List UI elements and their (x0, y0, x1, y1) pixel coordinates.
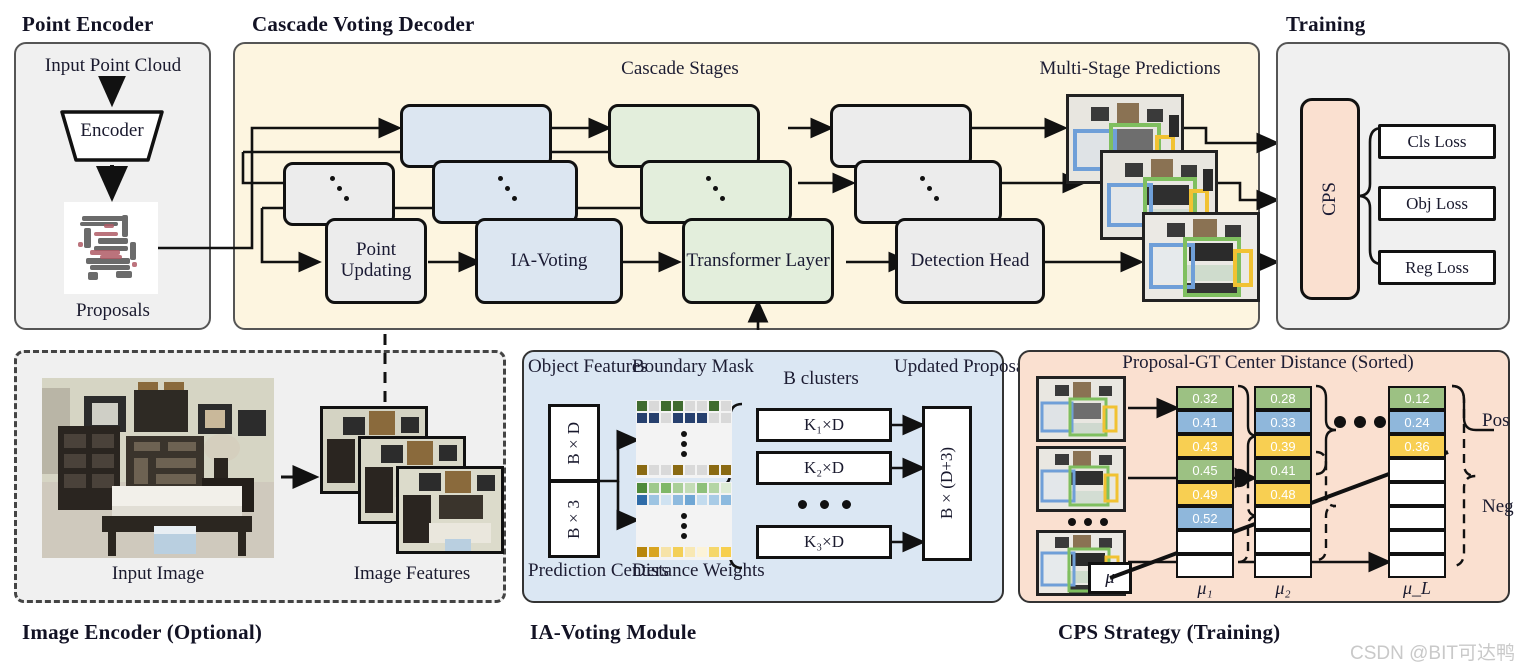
b-clusters-label: B clusters (783, 368, 859, 389)
cps-cell: 0.28 (1254, 386, 1312, 410)
neg-label: Neg (1482, 496, 1514, 517)
prediction-centers-box: B×3 (548, 480, 600, 558)
cps-cell: 0.32 (1176, 386, 1234, 410)
output-dim-label: B×(D+3) (937, 447, 956, 520)
cps-cell (1388, 554, 1446, 578)
cps-cell (1254, 506, 1312, 530)
cluster-label-1: K₁×D (803, 415, 845, 434)
cps-column-label-mu2: μ₂ (1275, 578, 1291, 598)
cps-cell (1388, 506, 1446, 530)
stage-point-updating-layer3 (283, 162, 395, 226)
cps-cell: 0.36 (1388, 434, 1446, 458)
cps-cell: 0.45 (1176, 458, 1234, 482)
cps-title: Proposal-GT Center Distance (Sorted) (1122, 352, 1414, 373)
cluster-label-2: K₂×D (803, 458, 845, 477)
header-cascade-decoder: Cascade Voting Decoder (252, 12, 475, 36)
stage-label-detection-head: Detection Head (910, 249, 1030, 271)
mu-box: μ (1088, 562, 1132, 594)
header-ia-voting-module: IA-Voting Module (530, 620, 697, 644)
loss-box-obj[interactable]: Obj Loss (1378, 186, 1496, 221)
loss-label-obj: Obj Loss (1406, 193, 1468, 213)
cps-cell (1254, 554, 1312, 578)
center-dim-label: B×3 (564, 499, 583, 539)
cps-cell (1176, 530, 1234, 554)
input-image-label: Input Image (111, 563, 205, 584)
cps-cell: 0.24 (1388, 410, 1446, 434)
object-features-box: B×D (548, 404, 600, 482)
header-point-encoder: Point Encoder (22, 12, 154, 36)
cps-cell (1388, 530, 1446, 554)
image-features-label: Image Features (353, 563, 471, 584)
loss-box-cls[interactable]: Cls Loss (1378, 124, 1496, 159)
cps-proposal-image-1 (1036, 376, 1126, 442)
loss-label-cls: Cls Loss (1407, 131, 1467, 151)
cluster-box-1: K₁×D (756, 408, 892, 442)
loss-label-reg: Reg Loss (1405, 257, 1469, 277)
cps-cell: 0.52 (1176, 506, 1234, 530)
stage-label-transformer: Transformer Layer (686, 249, 830, 271)
object-features-label: Object Features (528, 356, 648, 377)
stage-detection-layer2 (854, 160, 1002, 224)
cps-cell: 0.49 (1176, 482, 1234, 506)
stage-label-point-updating: Point Updating (340, 239, 412, 281)
stage-ia-voting[interactable]: IA-Voting (475, 218, 623, 304)
image-feature-map-3 (396, 466, 504, 554)
feat-dim-label: B×D (564, 421, 583, 465)
prediction-thumbnail-3 (1142, 212, 1260, 302)
cps-label: CPS (1318, 182, 1340, 216)
loss-box-reg[interactable]: Reg Loss (1378, 250, 1496, 285)
cluster-label-3: K₃×D (803, 532, 845, 551)
cps-cell: 0.33 (1254, 410, 1312, 434)
cps-cell: 0.39 (1254, 434, 1312, 458)
updated-proposals-box: B×(D+3) (922, 406, 972, 561)
header-image-encoder: Image Encoder (Optional) (22, 620, 263, 644)
cps-column-mu1: 0.32 0.41 0.43 0.45 0.49 0.52 (1176, 386, 1234, 578)
mu-symbol: μ (1105, 567, 1115, 588)
distance-weights-grid (636, 482, 732, 560)
proposals-label: Proposals (76, 300, 150, 321)
cps-module[interactable]: CPS (1300, 98, 1360, 300)
proposals-pointcloud-image (64, 202, 158, 294)
watermark: CSDN @BIT可达鸭 (1350, 643, 1515, 664)
boundary-mask-label: Boundary Mask (632, 356, 754, 377)
stage-ia-voting-layer2 (432, 160, 578, 224)
stage-detection-head[interactable]: Detection Head (895, 218, 1045, 304)
cluster-box-2: K₂×D (756, 451, 892, 485)
cps-cell: 0.12 (1388, 386, 1446, 410)
pos-label: Pos (1482, 410, 1510, 431)
cps-column-muL: 0.12 0.24 0.36 (1388, 386, 1446, 578)
stage-point-updating[interactable]: Point Updating (325, 218, 427, 304)
stage-ia-voting-layer1 (400, 104, 552, 168)
cps-proposal-image-2 (1036, 446, 1126, 512)
cps-column-label-muL: μ_L (1402, 578, 1432, 598)
input-image (42, 378, 274, 558)
updated-proposals-label: Updated Proposals (894, 356, 1038, 377)
cps-cell (1388, 458, 1446, 482)
cps-cell (1254, 530, 1312, 554)
distance-weights-label: Distance Weights (632, 560, 765, 581)
stage-label-ia-voting: IA-Voting (510, 249, 588, 271)
prediction-centers-label: Prediction Centers (528, 560, 669, 581)
stage-transformer-layer1 (608, 104, 760, 168)
cluster-box-3: K₃×D (756, 525, 892, 559)
input-point-cloud-label: Input Point Cloud (44, 55, 182, 76)
cps-column-label-mu1: μ₁ (1197, 578, 1213, 598)
cps-cell: 0.41 (1254, 458, 1312, 482)
stage-transformer[interactable]: Transformer Layer (682, 218, 834, 304)
cps-column-mu2: 0.28 0.33 0.39 0.41 0.48 (1254, 386, 1312, 578)
multi-stage-predictions-title: Multi-Stage Predictions (1039, 58, 1221, 79)
cps-cell: 0.43 (1176, 434, 1234, 458)
cps-cell: 0.41 (1176, 410, 1234, 434)
header-cps-strategy: CPS Strategy (Training) (1058, 620, 1281, 644)
stage-transformer-layer2 (640, 160, 792, 224)
cps-cell: 0.48 (1254, 482, 1312, 506)
stage-detection-layer1 (830, 104, 972, 168)
encoder-label: Encoder (80, 120, 144, 141)
cps-cell (1388, 482, 1446, 506)
cascade-stages-title: Cascade Stages (621, 58, 739, 79)
cps-cell (1176, 554, 1234, 578)
header-training: Training (1286, 12, 1366, 36)
boundary-mask-grid (636, 400, 732, 478)
